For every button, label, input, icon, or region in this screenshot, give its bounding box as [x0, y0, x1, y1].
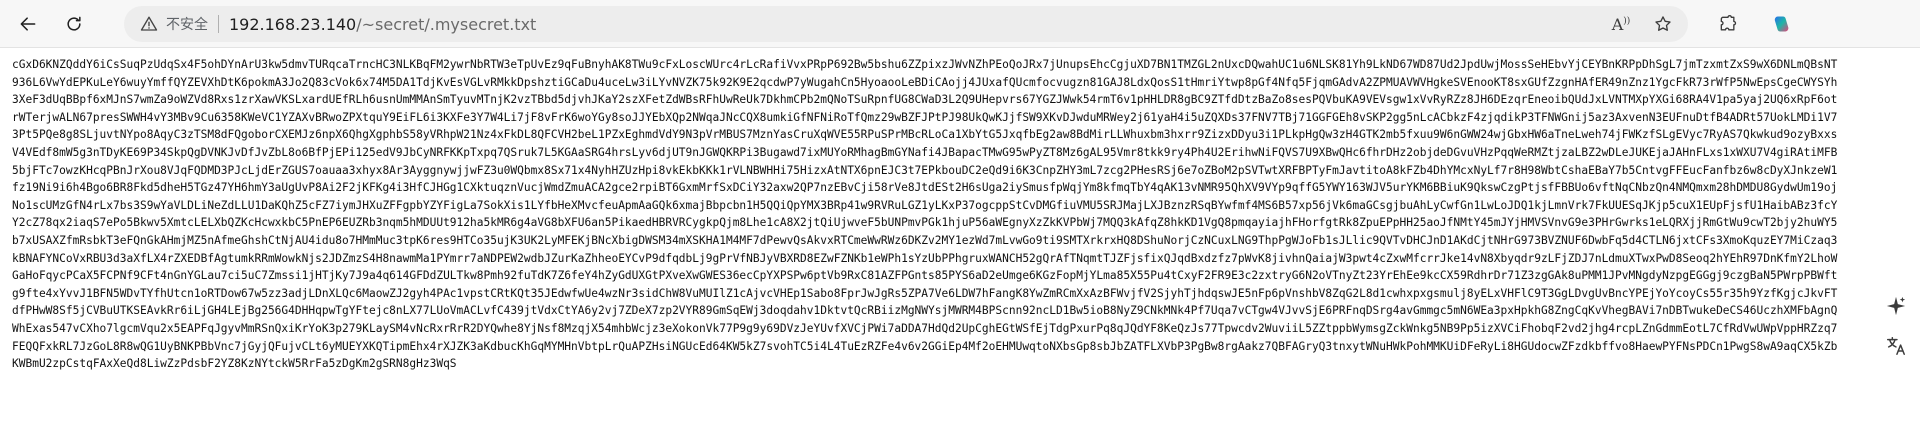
page-content: cGxD6KNZQddY6iCsSuqPzUdqSx4F5ohDYnArU3kw…: [0, 48, 1920, 432]
favorite-star-icon: [1655, 16, 1671, 31]
reload-icon: [67, 16, 81, 31]
read-aloud-icon: A)): [1611, 14, 1631, 34]
translate-button[interactable]: [1882, 332, 1910, 360]
browser-toolbar: 不安全 192.168.23.140 /~secret/.mysecret.tx…: [0, 0, 1920, 48]
extensions-button[interactable]: [1712, 8, 1744, 40]
url-path[interactable]: /~secret/.mysecret.txt: [356, 15, 536, 34]
sparkle-icon: [1886, 296, 1906, 316]
secret-file-text: cGxD6KNZQddY6iCsSuqPzUdqSx4F5ohDYnArU3kw…: [12, 58, 1838, 371]
url-host[interactable]: 192.168.23.140: [229, 15, 356, 34]
translate-icon: [1887, 337, 1905, 355]
address-bar[interactable]: 不安全 192.168.23.140 /~secret/.mysecret.tx…: [124, 6, 1688, 42]
back-icon: [20, 17, 36, 31]
back-button[interactable]: [12, 8, 44, 40]
reload-button[interactable]: [58, 8, 90, 40]
address-divider: [218, 15, 219, 33]
sparkle-button[interactable]: [1882, 292, 1910, 320]
read-aloud-button[interactable]: A)): [1604, 7, 1638, 41]
security-label[interactable]: 不安全: [166, 14, 208, 34]
copilot-icon: [1774, 16, 1789, 32]
warning-icon[interactable]: [140, 15, 158, 33]
favorite-button[interactable]: [1646, 7, 1680, 41]
address-actions: A)): [1604, 6, 1688, 42]
extensions-icon: [1720, 15, 1737, 31]
copilot-button[interactable]: [1766, 8, 1798, 40]
